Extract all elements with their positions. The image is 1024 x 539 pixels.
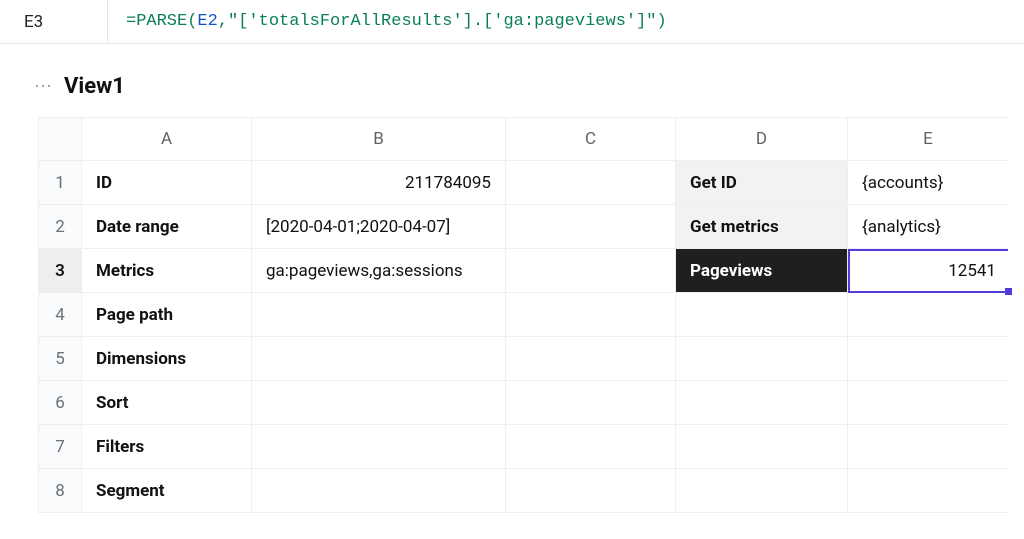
table-row: 3 Metrics ga:pageviews,ga:sessions Pagev… — [38, 249, 1008, 293]
formula-bar: E3 =PARSE(E2,"['totalsForAllResults'].['… — [0, 0, 1024, 44]
cell-A8[interactable]: Segment — [82, 469, 252, 513]
cell-A6[interactable]: Sort — [82, 381, 252, 425]
cell-reference-text: E3 — [24, 12, 43, 32]
cell-E7[interactable] — [848, 425, 1008, 469]
cell-B4[interactable] — [252, 293, 506, 337]
table-row: 7 Filters — [38, 425, 1008, 469]
row-header-4[interactable]: 4 — [38, 293, 82, 337]
cell-A5[interactable]: Dimensions — [82, 337, 252, 381]
cell-B3[interactable]: ga:pageviews,ga:sessions — [252, 249, 506, 293]
formula-comma: , — [218, 12, 228, 31]
row-header-6[interactable]: 6 — [38, 381, 82, 425]
formula-eq: = — [126, 12, 136, 31]
formula-func: PARSE — [136, 12, 187, 31]
cell-D3[interactable]: Pageviews — [676, 249, 848, 293]
cell-A1[interactable]: ID — [82, 161, 252, 205]
cell-C5[interactable] — [506, 337, 676, 381]
more-options-icon[interactable]: ⋯ — [34, 78, 52, 96]
row-header-8[interactable]: 8 — [38, 469, 82, 513]
cell-A3[interactable]: Metrics — [82, 249, 252, 293]
sheet-name[interactable]: View1 — [64, 74, 125, 99]
cell-B8[interactable] — [252, 469, 506, 513]
col-header-D[interactable]: D — [676, 117, 848, 161]
table-row: 6 Sort — [38, 381, 1008, 425]
row-header-1[interactable]: 1 — [38, 161, 82, 205]
cell-E5[interactable] — [848, 337, 1008, 381]
cell-B7[interactable] — [252, 425, 506, 469]
row-header-7[interactable]: 7 — [38, 425, 82, 469]
cell-A4[interactable]: Page path — [82, 293, 252, 337]
cell-A2[interactable]: Date range — [82, 205, 252, 249]
formula-arg-cell: E2 — [197, 12, 217, 31]
cell-D7[interactable] — [676, 425, 848, 469]
row-header-5[interactable]: 5 — [38, 337, 82, 381]
cell-D1[interactable]: Get ID — [676, 161, 848, 205]
cell-E8[interactable] — [848, 469, 1008, 513]
spreadsheet-grid[interactable]: A B C D E 1 ID 211784095 Get ID {account… — [38, 117, 1008, 513]
formula-close: ) — [657, 12, 667, 31]
cell-D2[interactable]: Get metrics — [676, 205, 848, 249]
cell-D8[interactable] — [676, 469, 848, 513]
table-row: 8 Segment — [38, 469, 1008, 513]
row-header-2[interactable]: 2 — [38, 205, 82, 249]
table-row: 5 Dimensions — [38, 337, 1008, 381]
cell-B1[interactable]: 211784095 — [252, 161, 506, 205]
grid-corner[interactable] — [38, 117, 82, 161]
cell-E3[interactable]: 12541 — [848, 249, 1008, 293]
cell-E4[interactable] — [848, 293, 1008, 337]
cell-reference-box[interactable]: E3 — [0, 0, 108, 43]
table-row: 4 Page path — [38, 293, 1008, 337]
col-header-C[interactable]: C — [506, 117, 676, 161]
formula-open: ( — [187, 12, 197, 31]
row-header-3[interactable]: 3 — [38, 249, 82, 293]
col-header-A[interactable]: A — [82, 117, 252, 161]
table-row: 2 Date range [2020-04-01;2020-04-07] Get… — [38, 205, 1008, 249]
sheet-title-row: ⋯ View1 — [34, 74, 1024, 99]
cell-E2[interactable]: {analytics} — [848, 205, 1008, 249]
col-header-B[interactable]: B — [252, 117, 506, 161]
cell-E1[interactable]: {accounts} — [848, 161, 1008, 205]
table-row: 1 ID 211784095 Get ID {accounts} — [38, 161, 1008, 205]
cell-D5[interactable] — [676, 337, 848, 381]
cell-C2[interactable] — [506, 205, 676, 249]
cell-D6[interactable] — [676, 381, 848, 425]
cell-D4[interactable] — [676, 293, 848, 337]
formula-input[interactable]: =PARSE(E2,"['totalsForAllResults'].['ga:… — [108, 0, 1024, 43]
cell-C4[interactable] — [506, 293, 676, 337]
cell-B2[interactable]: [2020-04-01;2020-04-07] — [252, 205, 506, 249]
cell-C7[interactable] — [506, 425, 676, 469]
cell-B6[interactable] — [252, 381, 506, 425]
cell-C6[interactable] — [506, 381, 676, 425]
formula-arg-string: "['totalsForAllResults'].['ga:pageviews'… — [228, 12, 656, 31]
cell-C8[interactable] — [506, 469, 676, 513]
col-header-E[interactable]: E — [848, 117, 1008, 161]
sheet-area: ⋯ View1 A B C D E 1 ID 211784095 Get ID … — [0, 44, 1024, 513]
cell-C3[interactable] — [506, 249, 676, 293]
cell-C1[interactable] — [506, 161, 676, 205]
cell-A7[interactable]: Filters — [82, 425, 252, 469]
cell-E6[interactable] — [848, 381, 1008, 425]
cell-B5[interactable] — [252, 337, 506, 381]
